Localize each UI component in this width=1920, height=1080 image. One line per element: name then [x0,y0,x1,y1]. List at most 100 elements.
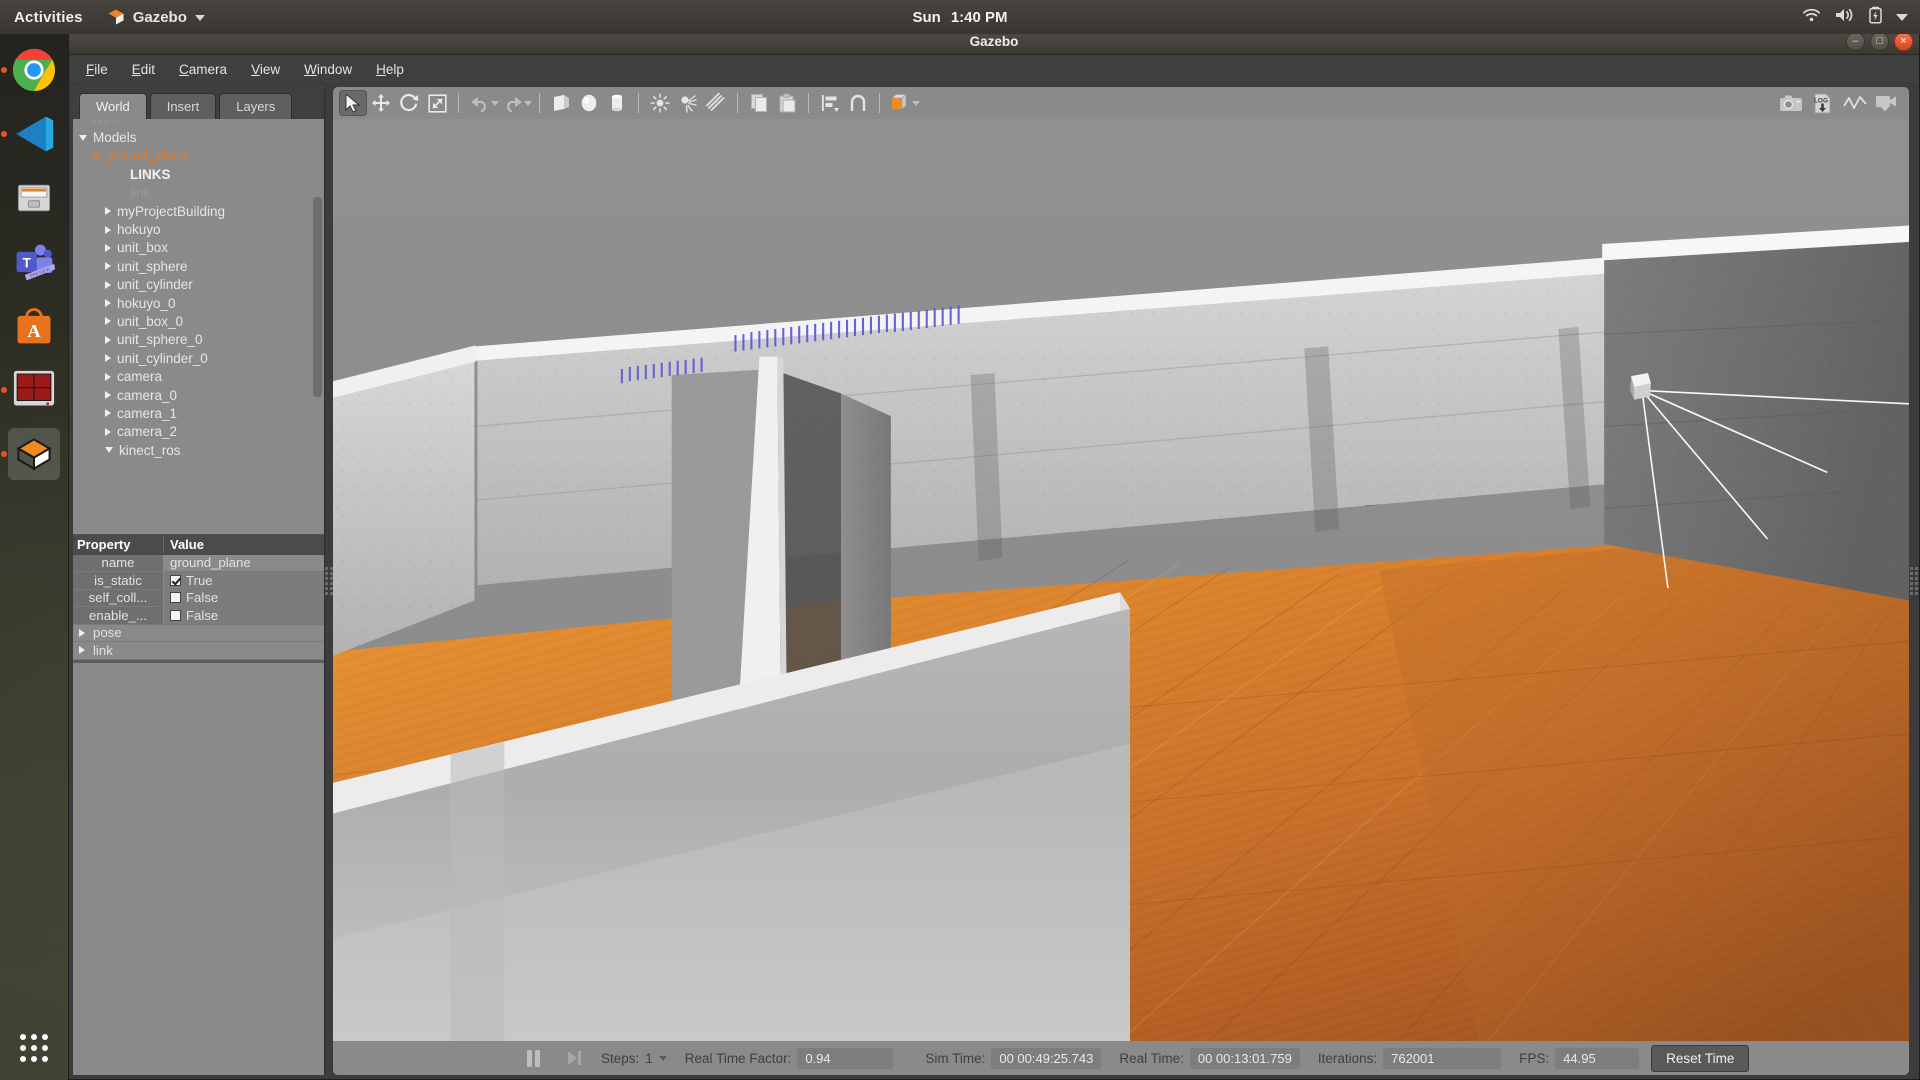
select-mode-icon[interactable] [339,90,367,116]
redo-icon[interactable] [499,90,527,116]
expander-expand-icon[interactable] [105,391,111,399]
plot-icon[interactable] [1841,90,1869,116]
steps-spinner-caret-icon[interactable] [659,1056,667,1061]
tree-item-unit-cylinder-0[interactable]: unit_cylinder_0 [73,349,324,367]
point-light-icon[interactable] [646,90,674,116]
menu-file[interactable]: File [75,58,119,81]
expander-expand-icon[interactable] [105,317,111,325]
tree-item-unit-sphere-0[interactable]: unit_sphere_0 [73,331,324,349]
left-panel-splitter[interactable] [325,83,333,1079]
tab-insert[interactable]: Insert [150,93,217,119]
expander-expand-icon[interactable] [105,373,111,381]
show-applications-button[interactable] [20,1034,48,1062]
menu-window[interactable]: Window [293,58,363,81]
expander-collapse-icon[interactable] [79,135,87,141]
tree-item-models[interactable]: Models [73,128,324,146]
property-checkbox[interactable] [170,575,181,586]
rotate-mode-icon[interactable] [395,90,423,116]
copy-icon[interactable] [745,90,773,116]
right-panel-splitter[interactable] [1909,83,1919,1079]
expander-collapse-icon[interactable] [92,153,100,159]
log-record-icon[interactable]: LOG [1809,90,1837,116]
property-checkbox[interactable] [170,610,181,621]
tab-layers[interactable]: Layers [219,93,292,119]
clock[interactable]: Sun 1:40 PM [912,9,1007,26]
expander-expand-icon[interactable] [105,428,111,436]
app-menu-gazebo[interactable]: Gazebo [97,8,215,26]
property-value[interactable]: ground_plane [163,555,324,572]
expander-collapse-icon[interactable] [105,447,113,453]
tree-item-wind[interactable]: Wind [73,119,324,128]
tree-item-camera-0[interactable]: camera_0 [73,386,324,404]
expander-expand-icon[interactable] [105,207,111,215]
expander-expand-icon[interactable] [79,629,85,637]
system-menu-chevron-icon[interactable] [1896,9,1908,26]
minimize-button[interactable]: – [1846,32,1865,51]
property-row-name[interactable]: nameground_plane [73,555,324,573]
undo-history-caret-icon[interactable] [491,101,499,106]
tree-item-hokuyo[interactable]: hokuyo [73,220,324,238]
view-mode-caret-icon[interactable] [912,101,920,106]
tree-item-camera-2[interactable]: camera_2 [73,423,324,441]
property-checkbox[interactable] [170,592,181,603]
align-icon[interactable] [816,90,844,116]
tree-item-unit-cylinder[interactable]: unit_cylinder [73,276,324,294]
screenshot-icon[interactable] [1777,90,1805,116]
simulation-scene[interactable] [333,119,1909,1041]
tree-item-unit-box-0[interactable]: unit_box_0 [73,312,324,330]
tree-item-unit-box[interactable]: unit_box [73,239,324,257]
expander-expand-icon[interactable] [105,244,111,252]
close-button[interactable]: × [1894,32,1913,51]
tree-item-camera-1[interactable]: camera_1 [73,404,324,422]
box-icon[interactable] [547,90,575,116]
menu-camera[interactable]: Camera [168,58,238,81]
expander-expand-icon[interactable] [105,262,111,270]
tree-item-unit-sphere[interactable]: unit_sphere [73,257,324,275]
property-row-self-coll-[interactable]: self_coll...False [73,590,324,608]
dock-item-gazebo[interactable] [8,428,60,480]
expander-expand-icon[interactable] [105,409,111,417]
dock-item-google-chrome[interactable] [8,44,60,96]
tree-item-link[interactable]: link [73,184,324,202]
dock-item-microsoft-teams[interactable]: T PREVIEW [8,236,60,288]
expander-expand-icon[interactable] [79,646,85,654]
dock-item-terminator[interactable] [8,364,60,416]
tree-item-ground-plane[interactable]: ground_plane [73,147,324,165]
snap-icon[interactable] [844,90,872,116]
expander-expand-icon[interactable] [105,336,111,344]
maximize-button[interactable]: □ [1870,32,1889,51]
cylinder-icon[interactable] [603,90,631,116]
property-row-is-static[interactable]: is_staticTrue [73,572,324,590]
activities-button[interactable]: Activities [0,9,97,26]
video-record-icon[interactable] [1873,90,1901,116]
property-group-link[interactable]: link [73,642,324,660]
dock-item-ubuntu-software[interactable]: A [8,300,60,352]
directional-light-icon[interactable] [702,90,730,116]
dock-item-files-nautilus[interactable] [8,172,60,224]
battery-icon[interactable] [1869,6,1882,28]
tree-scrollbar[interactable] [313,197,322,397]
expander-expand-icon[interactable] [105,299,111,307]
view-mode-icon[interactable] [887,90,915,116]
redo-history-caret-icon[interactable] [524,101,532,106]
paste-icon[interactable] [773,90,801,116]
menu-edit[interactable]: Edit [121,58,166,81]
sphere-icon[interactable] [575,90,603,116]
wifi-icon[interactable] [1802,7,1821,27]
undo-icon[interactable] [466,90,494,116]
tree-item-kinect-ros[interactable]: kinect_ros [73,441,324,459]
expander-expand-icon[interactable] [105,226,111,234]
property-row-enable-[interactable]: enable_...False [73,607,324,625]
step-button[interactable] [568,1051,581,1065]
3d-render-viewport[interactable] [333,119,1909,1041]
translate-mode-icon[interactable] [367,90,395,116]
reset-time-button[interactable]: Reset Time [1651,1045,1749,1072]
tree-item-links[interactable]: LINKS [73,165,324,183]
dock-item-visual-studio-code[interactable] [8,108,60,160]
expander-expand-icon[interactable] [105,354,111,362]
menu-view[interactable]: View [240,58,291,81]
property-group-pose[interactable]: pose [73,625,324,643]
spot-light-icon[interactable] [674,90,702,116]
pause-button[interactable] [527,1050,540,1067]
tab-world[interactable]: World [79,93,147,119]
